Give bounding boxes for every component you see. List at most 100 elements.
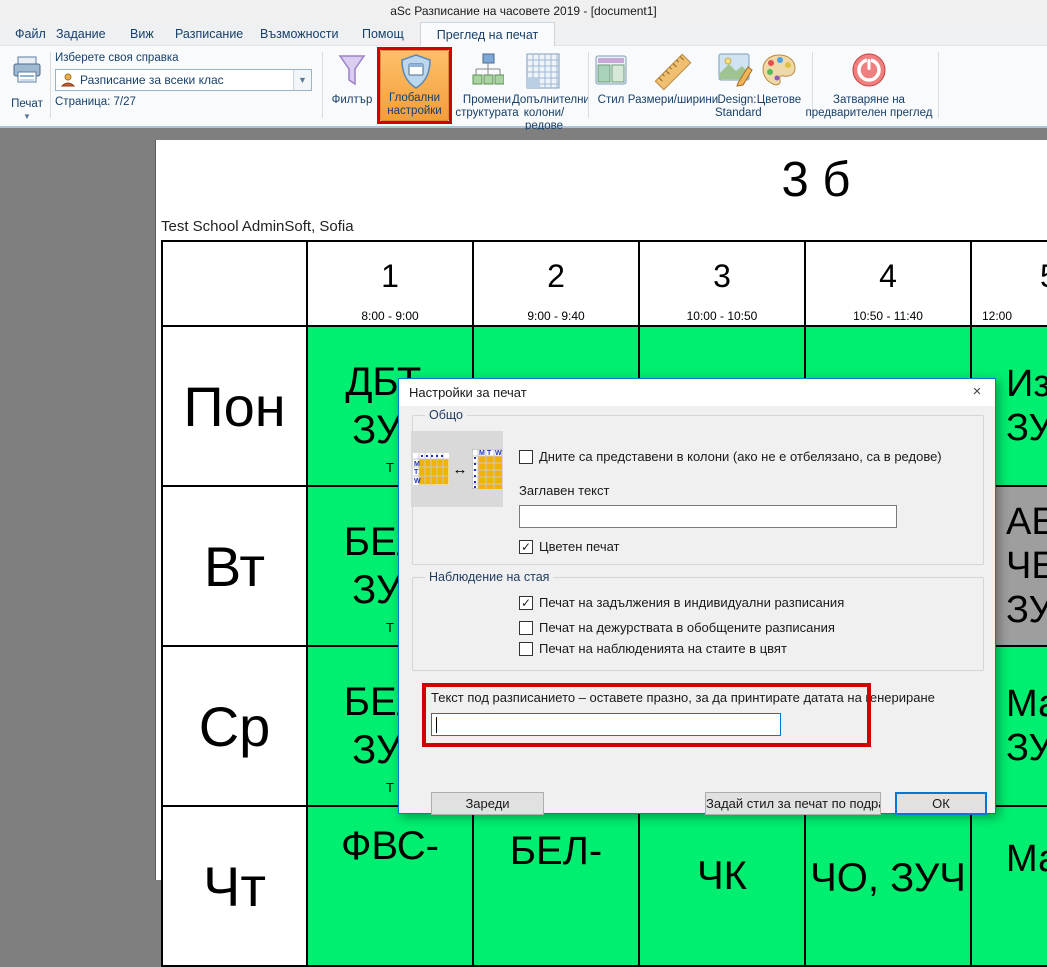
day-cell-1: Вт bbox=[163, 487, 308, 647]
style-button-label: Стил bbox=[595, 94, 627, 107]
report-select[interactable]: Разписание за всеки клас ▼ bbox=[55, 69, 312, 91]
group-general-label: Общо bbox=[425, 408, 467, 422]
period-header-2: 29:00 - 9:40 bbox=[474, 242, 640, 327]
checkbox-days-in-columns-box[interactable] bbox=[519, 450, 533, 464]
ribbon-separator bbox=[50, 52, 51, 118]
text-caret bbox=[436, 717, 437, 733]
title-text-input[interactable] bbox=[519, 505, 897, 528]
svg-text:T: T bbox=[414, 469, 419, 476]
title-text-label: Заглавен текст bbox=[519, 483, 609, 498]
day-cell-3: Чт bbox=[163, 807, 308, 967]
day-label: Ср bbox=[163, 647, 306, 805]
swap-arrow-icon: ↔ bbox=[453, 461, 468, 478]
menu-item-5[interactable]: Помощ bbox=[352, 22, 414, 46]
day-cell-2: Ср bbox=[163, 647, 308, 807]
period-time: 10:50 - 11:40 bbox=[806, 309, 970, 323]
design-picture-icon bbox=[718, 53, 754, 87]
checkbox-room-option-2-label: Печат на наблюденията на стаите в цвят bbox=[539, 641, 787, 656]
group-room-supervision-label: Наблюдение на стая bbox=[425, 570, 553, 584]
orientation-preview-panel: M T W ↔ M T W bbox=[411, 431, 503, 507]
ok-button[interactable]: ОК bbox=[895, 792, 987, 815]
asc-timetables-window: aSc Разписание на часовете 2019 - [docum… bbox=[0, 0, 1047, 880]
day-label: Чт bbox=[163, 807, 306, 965]
lesson-cell-r3-c5: Ма bbox=[972, 807, 1047, 967]
set-default-style-button[interactable]: Задай стил за печат по подразбиране bbox=[705, 792, 881, 815]
print-settings-dialog: Настройки за печат × Общо M T W ↔ bbox=[398, 378, 996, 814]
period-header-5: 512:00 bbox=[972, 242, 1047, 327]
sizes-button-label: Размери/ширини bbox=[627, 94, 719, 107]
svg-text:M: M bbox=[479, 450, 485, 457]
lesson-text: ФВС- bbox=[308, 807, 472, 965]
checkbox-room-option-0-box[interactable]: ✓ bbox=[519, 596, 533, 610]
svg-text:M: M bbox=[414, 461, 420, 468]
svg-text:T: T bbox=[487, 450, 492, 457]
checkbox-room-option-2-box[interactable] bbox=[519, 642, 533, 656]
ribbon-separator bbox=[322, 52, 323, 118]
checkbox-room-option-1-box[interactable] bbox=[519, 621, 533, 635]
period-number: 4 bbox=[806, 258, 970, 295]
extra-columns-label: Допълнителни колони/редове bbox=[512, 94, 576, 133]
class-title: 3 б bbox=[656, 152, 976, 208]
menu-item-4[interactable]: Възможности bbox=[250, 22, 348, 46]
checkbox-room-option-1[interactable]: Печат на дежурствата в обобщените разпис… bbox=[519, 620, 835, 635]
global-settings-button[interactable]: Глобални настройки bbox=[380, 50, 449, 121]
ribbon-toolbar: Печат ▼ Изберете своя справка Разписание… bbox=[0, 46, 1047, 128]
day-label: Пон bbox=[163, 327, 306, 485]
lesson-cell-r3-c3: ЧК bbox=[640, 807, 806, 967]
change-structure-label: Промени структурата bbox=[455, 94, 519, 120]
report-picker-label: Изберете своя справка bbox=[55, 52, 179, 65]
global-settings-label: Глобални настройки bbox=[381, 92, 448, 118]
tab-print-preview[interactable]: Преглед на печат bbox=[420, 22, 555, 46]
print-button-label: Печат bbox=[4, 98, 50, 111]
report-select-dropdown[interactable]: ▼ bbox=[293, 70, 311, 90]
menu-item-1[interactable]: Задание bbox=[46, 22, 116, 46]
ribbon-separator bbox=[588, 52, 589, 118]
dropdown-arrow-icon[interactable]: ▼ bbox=[23, 112, 31, 121]
period-time: 8:00 - 9:00 bbox=[308, 309, 472, 323]
printer-icon bbox=[12, 56, 42, 84]
svg-text:W: W bbox=[414, 478, 421, 485]
load-button[interactable]: Зареди bbox=[431, 792, 544, 815]
shield-settings-icon bbox=[400, 54, 432, 90]
checkbox-days-in-columns[interactable]: Дните са представени в колони (ако не е … bbox=[519, 449, 942, 464]
menu-bar: Преглед на печат ФайлЗаданиеВижРазписани… bbox=[0, 22, 1047, 46]
footer-text-input[interactable] bbox=[431, 713, 781, 736]
period-time: 10:00 - 10:50 bbox=[640, 309, 804, 323]
report-select-value: Разписание за всеки клас bbox=[80, 73, 224, 87]
checkbox-room-option-1-label: Печат на дежурствата в обобщените разпис… bbox=[539, 620, 835, 635]
period-number: 2 bbox=[474, 258, 638, 295]
structure-orgchart-icon bbox=[472, 53, 504, 89]
lesson-cell-r3-c1: ФВС- bbox=[308, 807, 474, 967]
report-person-icon bbox=[60, 72, 76, 88]
menu-item-2[interactable]: Виж bbox=[120, 22, 164, 46]
checkbox-color-print[interactable]: ✓Цветен печат bbox=[519, 539, 620, 554]
dialog-title-bar[interactable]: Настройки за печат × bbox=[399, 379, 995, 406]
svg-text:W: W bbox=[495, 450, 502, 457]
checkbox-days-in-columns-label: Дните са представени в колони (ако не е … bbox=[539, 449, 942, 464]
period-header-4: 4 10:50 - 11:40 bbox=[806, 242, 972, 327]
palette-icon bbox=[761, 53, 797, 87]
checkbox-room-option-0[interactable]: ✓Печат на задължения в индивидуални разп… bbox=[519, 595, 844, 610]
ruler-icon bbox=[652, 52, 694, 92]
period-number: 5 bbox=[1040, 258, 1047, 295]
checkbox-room-option-2[interactable]: Печат на наблюденията на стаите в цвят bbox=[519, 641, 787, 656]
period-number: 1 bbox=[308, 258, 472, 295]
close-icon[interactable]: × bbox=[959, 379, 995, 406]
checkbox-color-print-box[interactable]: ✓ bbox=[519, 540, 533, 554]
ribbon-separator bbox=[938, 52, 939, 118]
grid-columns-icon bbox=[526, 53, 560, 89]
day-cell-0: Пон bbox=[163, 327, 308, 487]
period-header-1: 1 8:00 - 9:00 bbox=[308, 242, 474, 327]
filter-button-label: Филтър bbox=[324, 94, 380, 107]
dialog-title: Настройки за печат bbox=[409, 385, 527, 400]
power-close-icon bbox=[851, 52, 887, 88]
print-button[interactable]: Печат ▼ bbox=[4, 54, 50, 120]
school-name: Test School AdminSoft, Sofia bbox=[161, 218, 354, 235]
timetable-corner-cell bbox=[163, 242, 308, 327]
lesson-cell-r3-c4: ЧО, ЗУЧ bbox=[806, 807, 972, 967]
period-header-3: 310:00 - 10:50 bbox=[640, 242, 806, 327]
lesson-text: ЧО, ЗУЧ bbox=[806, 807, 970, 965]
footer-text-label: Текст под разписанието – оставете празно… bbox=[431, 690, 935, 705]
menu-item-3[interactable]: Разписание bbox=[165, 22, 253, 46]
window-title: aSc Разписание на часовете 2019 - [docum… bbox=[0, 0, 1047, 22]
